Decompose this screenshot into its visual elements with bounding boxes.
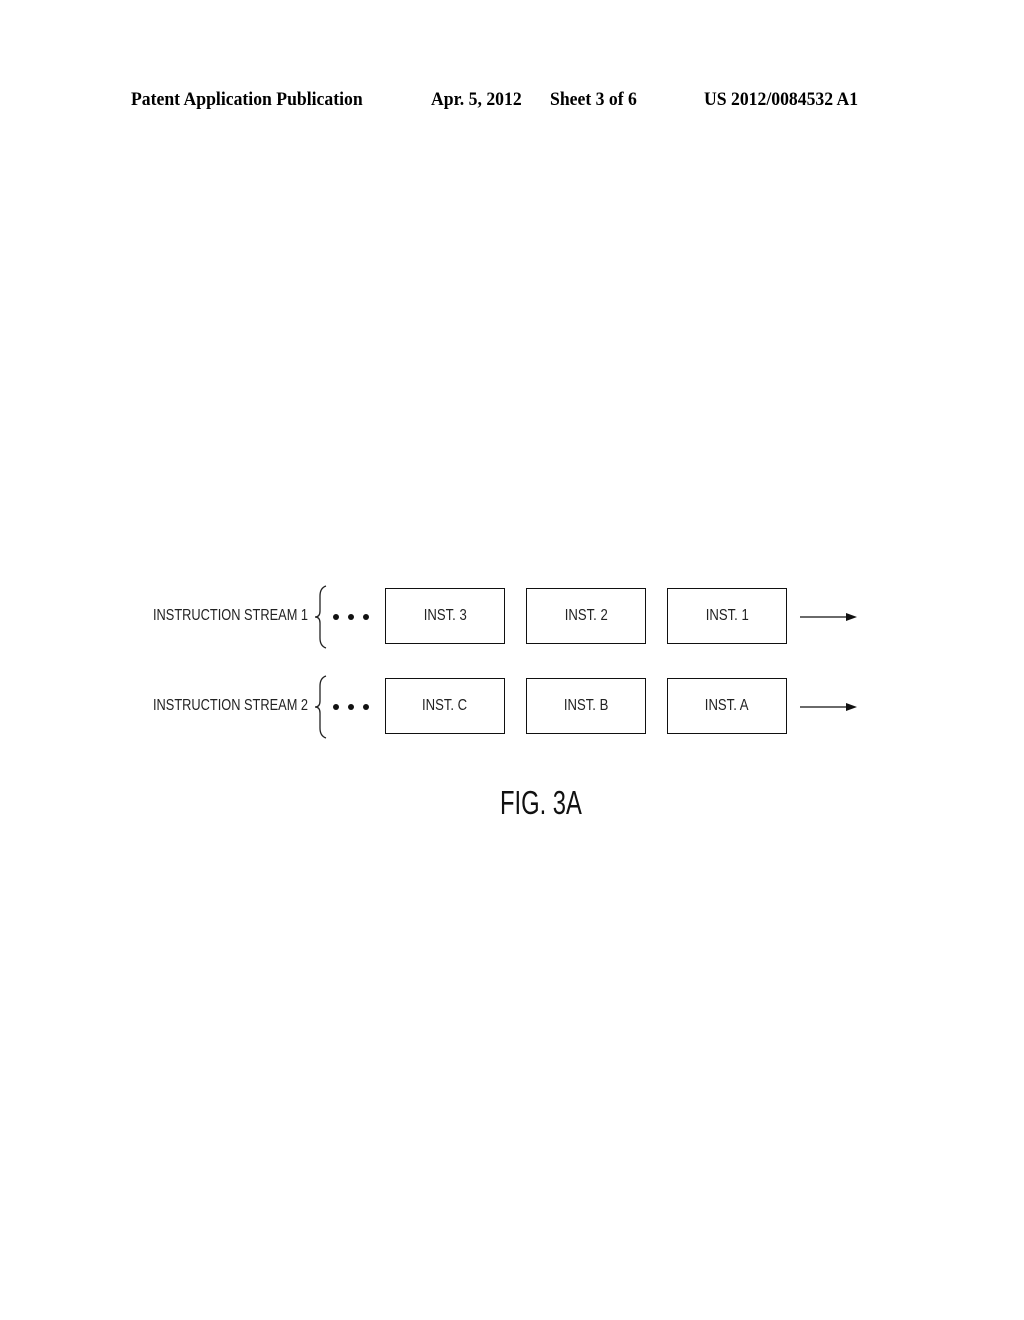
figure-label: FIG. 3A [500,784,582,821]
brace-icon [314,675,327,739]
ellipsis-icon [333,614,369,620]
figure-graphics [314,585,857,739]
arrow-right-icon [800,613,857,621]
brace-icon [314,585,327,649]
ellipsis-icon [333,704,369,710]
arrow-right-icon [800,703,857,711]
